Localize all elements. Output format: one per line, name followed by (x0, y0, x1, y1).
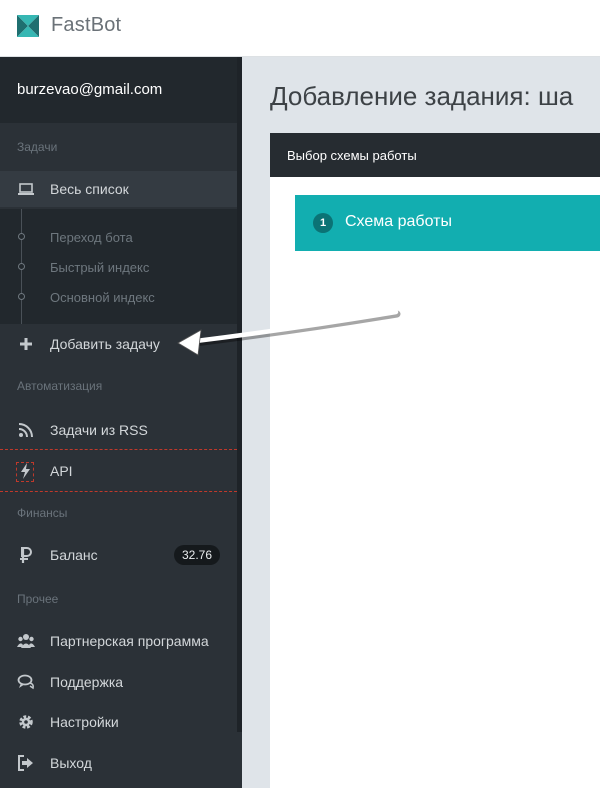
laptop-icon (18, 183, 34, 195)
sidebar-item-all-list[interactable]: Весь список (0, 171, 237, 207)
panel-header-label: Выбор схемы работы (287, 148, 417, 163)
users-icon (17, 634, 35, 648)
panel-header: Выбор схемы работы (270, 133, 600, 177)
sidebar-item-api[interactable]: API (0, 453, 237, 489)
sidebar: burzevao@gmail.com Задачи Весь список Пе… (0, 57, 242, 788)
sub-list: Переход бота Быстрый индекс Основной инд… (0, 209, 237, 324)
sidebar-item-label: Настройки (50, 714, 119, 730)
section-title-automation: Автоматизация (17, 379, 103, 393)
sidebar-subitem-bot[interactable]: Переход бота (0, 224, 237, 252)
sidebar-subitem-label: Быстрый индекс (50, 260, 150, 275)
sidebar-item-label: Весь список (50, 181, 129, 197)
gear-icon (19, 715, 33, 729)
sidebar-item-label: Поддержка (50, 674, 124, 690)
user-email[interactable]: burzevao@gmail.com (17, 81, 162, 98)
ruble-icon (20, 547, 32, 563)
step-number: 1 (313, 213, 333, 233)
fastbot-logo-icon[interactable] (17, 15, 39, 37)
brand-name[interactable]: FastBot (51, 14, 121, 37)
wizard-step-1[interactable]: 1 Схема работы (295, 195, 600, 251)
bullet-icon (18, 293, 25, 300)
user-block: burzevao@gmail.com (0, 57, 237, 123)
sidebar-item-label: Добавить задачу (50, 336, 160, 352)
section-title-other: Прочее (17, 592, 59, 606)
main-content: Добавление задания: ша Выбор схемы работ… (242, 57, 600, 788)
bullet-icon (18, 263, 25, 270)
sidebar-item-partner[interactable]: Партнерская программа (0, 623, 237, 659)
section-title-tasks: Задачи (17, 140, 58, 154)
api-icon-highlight (16, 462, 34, 482)
section-title-finance: Финансы (17, 506, 68, 520)
chat-icon (17, 674, 34, 690)
wizard-panel: Выбор схемы работы 1 Схема работы (270, 133, 600, 788)
bullet-icon (18, 233, 25, 240)
top-bar: FastBot (0, 0, 600, 57)
sidebar-item-label: Баланс (50, 547, 98, 563)
balance-badge: 32.76 (174, 545, 220, 565)
sidebar-item-label: Выход (50, 755, 92, 771)
sidebar-item-support[interactable]: Поддержка (0, 664, 237, 700)
sidebar-item-label: Партнерская программа (50, 633, 209, 649)
sidebar-item-add-task[interactable]: Добавить задачу (0, 326, 237, 362)
page-title: Добавление задания: ша (270, 81, 574, 111)
rss-icon (18, 423, 33, 438)
sidebar-subitem-fast[interactable]: Быстрый индекс (0, 254, 237, 282)
step-label: Схема работы (345, 213, 452, 230)
logout-icon (18, 755, 33, 771)
sidebar-subitem-main[interactable]: Основной индекс (0, 284, 237, 312)
sidebar-item-rss[interactable]: Задачи из RSS (0, 412, 237, 448)
app-root: FastBot burzevao@gmail.com Задачи Весь с… (0, 0, 600, 788)
sidebar-item-label: API (50, 463, 73, 479)
plus-icon (20, 338, 32, 350)
sidebar-item-settings[interactable]: Настройки (0, 704, 237, 740)
sidebar-subitem-label: Основной индекс (50, 290, 155, 305)
sidebar-item-logout[interactable]: Выход (0, 745, 237, 781)
sidebar-subitem-label: Переход бота (50, 230, 133, 245)
sidebar-item-label: Задачи из RSS (50, 422, 148, 438)
